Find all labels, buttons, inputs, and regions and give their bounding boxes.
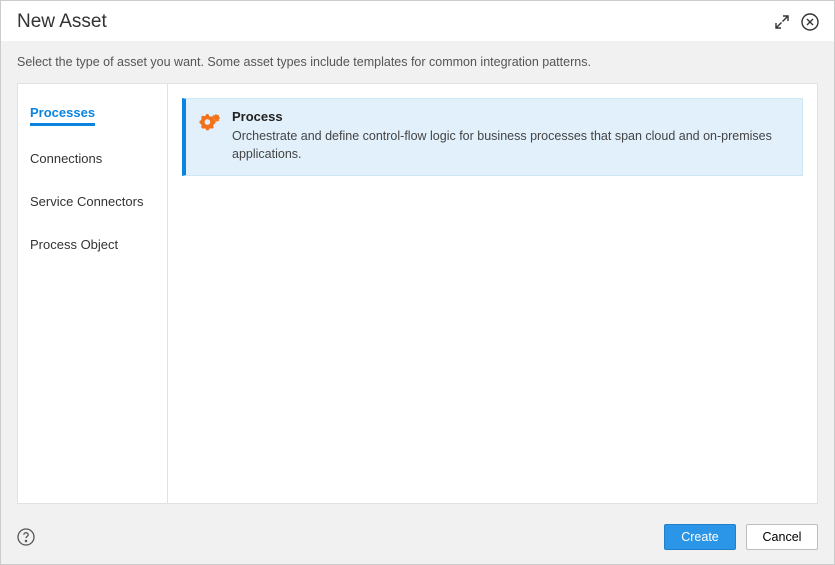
cancel-button[interactable]: Cancel	[746, 524, 818, 550]
create-button[interactable]: Create	[664, 524, 736, 550]
dialog-subtitle: Select the type of asset you want. Some …	[17, 55, 818, 69]
expand-icon[interactable]	[772, 12, 792, 32]
header-actions	[772, 12, 820, 32]
sidebar-item-processes[interactable]: Processes	[30, 102, 95, 126]
dialog-header: New Asset	[1, 1, 834, 41]
sidebar-item-service-connectors[interactable]: Service Connectors	[30, 191, 143, 212]
asset-card-process[interactable]: Process Orchestrate and define control-f…	[182, 98, 803, 176]
sidebar-item-process-object[interactable]: Process Object	[30, 234, 118, 255]
asset-card-description: Orchestrate and define control-flow logi…	[232, 128, 788, 163]
content-panel: Processes Connections Service Connectors…	[17, 83, 818, 504]
new-asset-dialog: New Asset Select the type of asset you w…	[0, 0, 835, 565]
help-icon[interactable]	[17, 528, 35, 546]
dialog-footer: Create Cancel	[1, 514, 834, 564]
asset-card-text: Process Orchestrate and define control-f…	[232, 109, 788, 163]
asset-type-sidebar: Processes Connections Service Connectors…	[18, 84, 168, 503]
process-gear-icon	[198, 111, 222, 135]
asset-card-title: Process	[232, 109, 788, 124]
dialog-title: New Asset	[17, 11, 107, 33]
dialog-body: Select the type of asset you want. Some …	[1, 41, 834, 514]
close-icon[interactable]	[800, 12, 820, 32]
asset-list: Process Orchestrate and define control-f…	[168, 84, 817, 503]
sidebar-item-connections[interactable]: Connections	[30, 148, 102, 169]
